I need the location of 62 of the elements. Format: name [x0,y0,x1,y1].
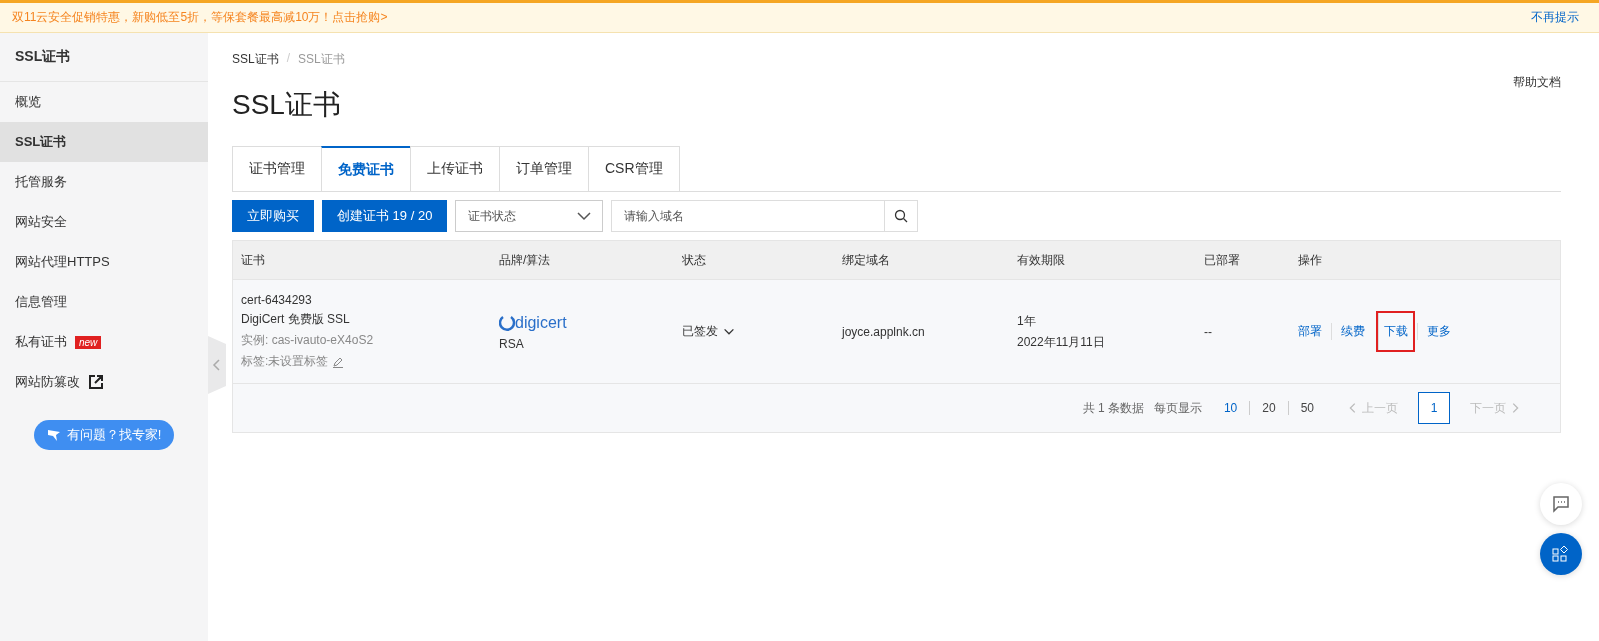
domain-text: joyce.applnk.cn [842,324,926,339]
status-select[interactable]: 证书状态 [455,200,604,232]
action-link[interactable]: 下载 [1378,313,1413,350]
column-header: 绑定域名 [841,251,891,269]
help-docs-link[interactable]: 帮助文档 [1513,74,1561,91]
tab[interactable]: 上传证书 [410,146,499,191]
column-header: 已部署 [1203,251,1241,269]
column-header: 证书 [240,251,266,269]
sidebar-item[interactable]: SSL证书 [0,122,208,162]
page-size-option[interactable]: 50 [1287,401,1326,415]
tag-text: 标签:未设置标签 [241,353,329,370]
brand-logo: digicert [499,312,577,333]
instance-id: 实例: cas-ivauto-eX4oS2 [241,332,375,349]
new-badge: new [75,335,102,349]
search-field[interactable]: 请输入域名 [611,200,885,232]
column-header: 有效期限 [1016,251,1066,269]
column-header: 操作 [1297,251,1323,269]
create-certificate-button[interactable]: 创建证书 19 / 20 [322,200,448,232]
sidebar-item[interactable]: 托管服务 [0,162,208,202]
search-icon [894,209,909,223]
sidebar-item[interactable]: 概览 [0,82,208,122]
tab[interactable]: 订单管理 [499,146,588,191]
sidebar-item[interactable]: 网站安全 [0,202,208,242]
promo-text: 双11云安全促销特惠，新购低至5折，等保套餐最高减10万！点击抢购> [12,9,388,26]
collapse-handle[interactable] [208,336,226,394]
total-count: 共 1 条数据 [1082,399,1144,417]
bird-icon [46,428,61,442]
sidebar-item[interactable]: 网站代理HTTPS [0,242,208,282]
sidebar-item[interactable]: 私有证书 new [0,322,208,362]
tab[interactable]: 免费证书 [321,146,410,191]
action-link[interactable]: 更多 [1417,323,1460,340]
buy-button[interactable]: 立即购买 [232,200,314,232]
product-name: DigiCert 免费版 SSL [241,311,351,328]
sidebar-item[interactable]: 信息管理 [0,282,208,322]
breadcrumb-link[interactable]: SSL证书 [232,51,279,68]
page-size-option[interactable]: 20 [1249,401,1288,415]
deployed-text: -- [1204,324,1213,339]
chat-button[interactable] [1540,483,1582,525]
breadcrumb-separator: / [286,51,291,67]
sidebar-item[interactable]: 网站防篡改 [0,362,208,402]
column-header: 品牌/算法 [498,251,552,269]
sidebar-title: SSL证书 [0,33,208,82]
page-size-label: 每页显示 [1153,399,1202,417]
chat-icon [1552,495,1570,513]
apps-button[interactable] [1540,533,1582,575]
tab[interactable]: 证书管理 [232,146,321,191]
action-link[interactable]: 续费 [1331,323,1374,340]
page-title: SSL证书 [232,88,341,122]
column-header: 状态 [681,251,707,269]
page-number[interactable]: 1 [1418,392,1450,424]
validity-text: 1年 [1017,312,1037,330]
action-link[interactable]: 部署 [1298,323,1331,340]
search-button[interactable] [884,200,919,232]
dismiss-link[interactable]: 不再提示 [1531,9,1579,26]
expiry-date: 2022年11月11日 [1017,333,1106,351]
edit-icon[interactable] [332,355,345,368]
certificate-name: cert-6434293 [241,293,313,307]
tab[interactable]: CSR管理 [588,146,680,191]
status-dropdown[interactable]: 已签发 [682,323,834,340]
apps-icon [1552,545,1570,563]
algorithm-text: RSA [499,336,525,351]
page-size-option[interactable]: 10 [1211,401,1250,415]
